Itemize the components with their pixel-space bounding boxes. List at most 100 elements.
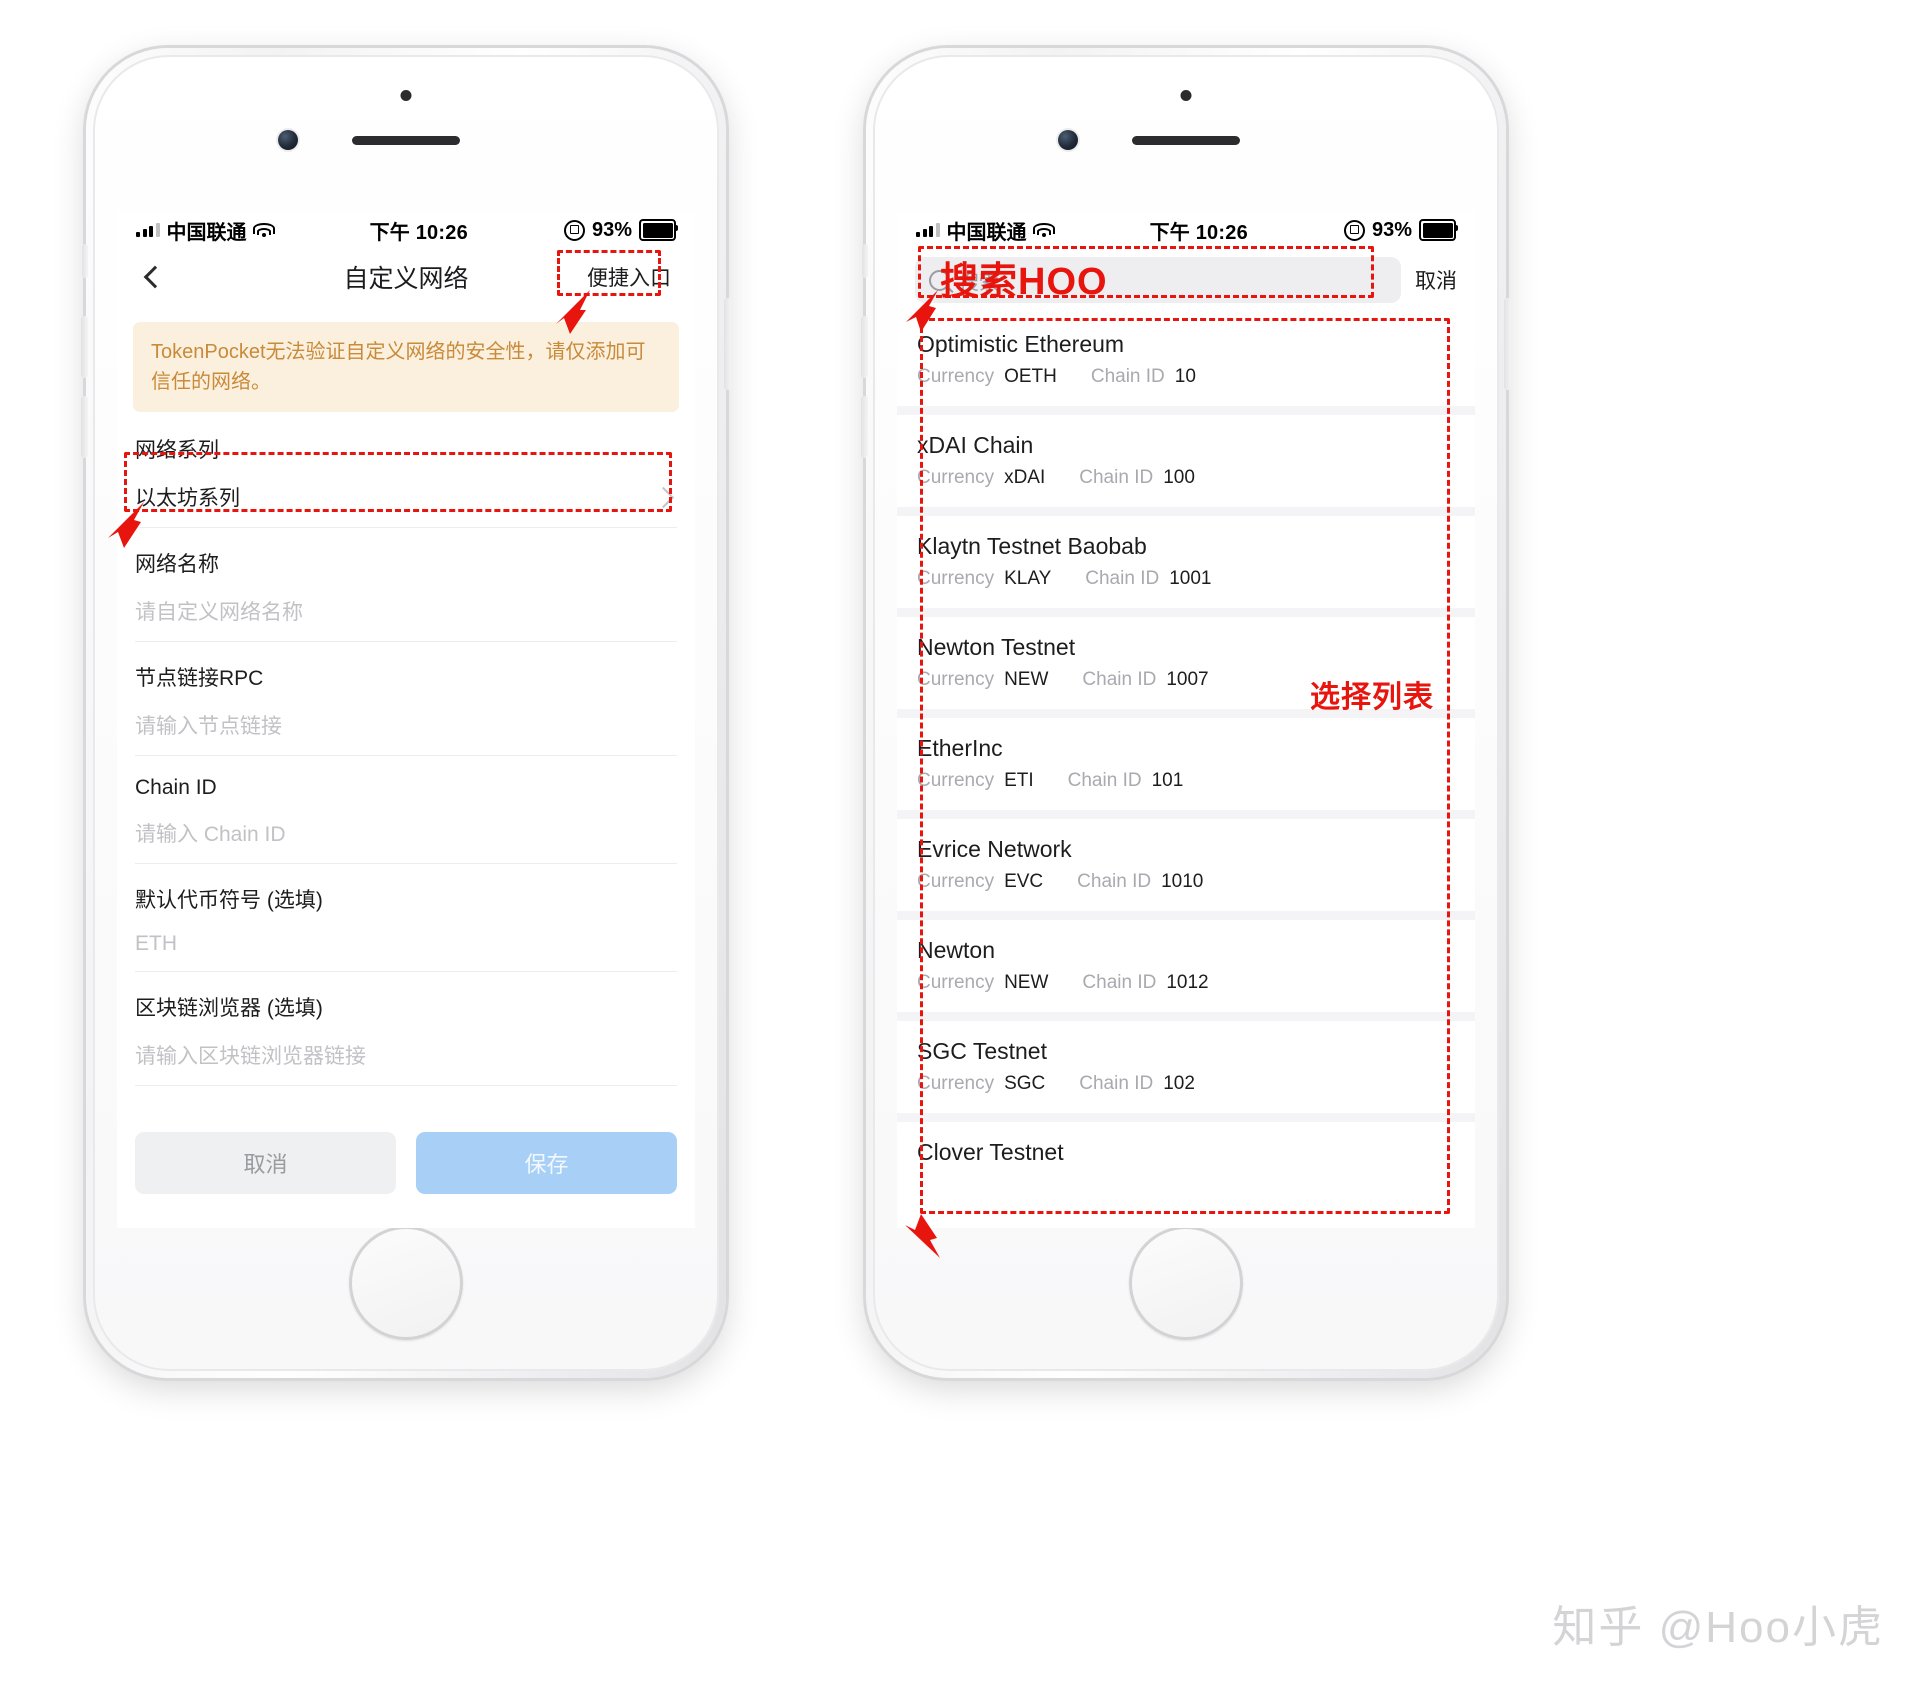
mute-switch-right[interactable] <box>862 244 868 278</box>
list-item[interactable]: Clover Testnet <box>897 1122 1475 1192</box>
signal-bars-icon <box>136 223 160 237</box>
network-meta: Currency NEW Chain ID 1012 <box>917 972 1455 994</box>
network-name: EtherInc <box>917 735 1003 761</box>
status-bar-left: 中国联通 下午 10:26 93% <box>117 212 695 248</box>
network-name: xDAI Chain <box>917 432 1034 458</box>
network-meta: Currency NEW Chain ID 1007 <box>917 669 1455 691</box>
list-item[interactable]: EtherInc Currency ETI Chain ID 101 <box>897 718 1475 810</box>
nav-bar-left: 自定义网络 便捷入口 <box>117 248 695 306</box>
chain-id-label: Chain ID <box>1090 366 1165 387</box>
chevron-right-icon <box>652 486 675 508</box>
rotation-lock-icon <box>563 219 585 241</box>
field-token-symbol: 默认代币符号 (选填) ETH <box>135 864 677 972</box>
clock-label: 下午 10:26 <box>1149 221 1248 244</box>
explorer-input[interactable]: 请输入区块链浏览器链接 <box>135 1040 677 1070</box>
volume-down-button-left[interactable] <box>81 396 88 458</box>
currency-value: OETH <box>1004 366 1057 387</box>
field-network-series: 网络系列 以太坊系列 <box>135 412 677 528</box>
currency-value: xDAI <box>1004 467 1046 488</box>
network-name-input[interactable]: 请自定义网络名称 <box>135 596 677 626</box>
chain-id-value: 1001 <box>1169 568 1212 589</box>
network-series-select[interactable]: 以太坊系列 <box>135 468 677 528</box>
network-name: Klaytn Testnet Baobab <box>917 533 1147 559</box>
carrier-label: 中国联通 <box>946 221 1027 244</box>
network-list: Optimistic Ethereum Currency OETH Chain … <box>897 314 1475 1192</box>
network-name-input-row[interactable]: 请自定义网络名称 <box>135 582 677 642</box>
token-symbol-input-row[interactable]: ETH <box>135 918 677 972</box>
volume-up-button-right[interactable] <box>861 316 868 378</box>
chain-id-label: Chain ID <box>1079 467 1154 488</box>
network-meta: Currency OETH Chain ID 10 <box>917 366 1455 388</box>
home-button-left[interactable] <box>349 1226 463 1340</box>
front-camera-left <box>278 130 298 150</box>
search-input-wrapper[interactable]: 搜索 <box>915 257 1401 303</box>
phone-device-left: 中国联通 下午 10:26 93% 自定义网络 便捷入口 TokenPocket… <box>81 48 731 1378</box>
cancel-button[interactable]: 取消 <box>135 1132 396 1194</box>
network-name: Optimistic Ethereum <box>917 331 1125 357</box>
list-item[interactable]: xDAI Chain Currency xDAI Chain ID 100 <box>897 415 1475 507</box>
token-symbol-input[interactable]: ETH <box>135 932 677 956</box>
search-bar: 搜索 取消 <box>897 248 1475 314</box>
network-name: Newton <box>917 937 995 963</box>
carrier-label: 中国联通 <box>166 221 247 244</box>
currency-label: Currency <box>917 972 995 993</box>
field-network-name: 网络名称 请自定义网络名称 <box>135 528 677 642</box>
search-icon <box>929 269 950 291</box>
rpc-input[interactable]: 请输入节点链接 <box>135 710 677 740</box>
network-meta: Currency EVC Chain ID 1010 <box>917 871 1455 893</box>
search-input[interactable]: 搜索 <box>959 266 999 295</box>
currency-label: Currency <box>917 568 995 589</box>
front-camera-right <box>1058 130 1078 150</box>
chevron-left-icon[interactable] <box>135 260 169 294</box>
battery-percent-label: 93% <box>1371 218 1412 241</box>
network-meta: Currency SGC Chain ID 102 <box>917 1073 1455 1095</box>
currency-value: EVC <box>1004 871 1044 892</box>
network-name: SGC Testnet <box>917 1038 1047 1064</box>
network-name: Evrice Network <box>917 836 1072 862</box>
explorer-input-row[interactable]: 请输入区块链浏览器链接 <box>135 1026 677 1086</box>
chain-id-label: Chain ID <box>1079 1073 1154 1094</box>
currency-label: Currency <box>917 366 995 387</box>
list-item[interactable]: SGC Testnet Currency SGC Chain ID 102 <box>897 1021 1475 1113</box>
earpiece-speaker-left <box>352 136 460 145</box>
signal-bars-icon <box>916 223 940 237</box>
save-button[interactable]: 保存 <box>416 1132 677 1194</box>
clock-label: 下午 10:26 <box>369 221 468 244</box>
volume-up-button-left[interactable] <box>81 316 88 378</box>
list-item[interactable]: Evrice Network Currency EVC Chain ID 101… <box>897 819 1475 911</box>
chain-id-input[interactable]: 请输入 Chain ID <box>135 818 677 848</box>
list-item[interactable]: Optimistic Ethereum Currency OETH Chain … <box>897 314 1475 406</box>
field-value: 以太坊系列 <box>135 487 240 510</box>
chain-id-value: 101 <box>1151 770 1184 791</box>
field-chain-id: Chain ID 请输入 Chain ID <box>135 756 677 864</box>
network-meta: Currency KLAY Chain ID 1001 <box>917 568 1455 590</box>
network-name: Clover Testnet <box>917 1139 1064 1165</box>
currency-label: Currency <box>917 770 995 791</box>
chain-id-value: 102 <box>1163 1073 1195 1094</box>
list-item[interactable]: Newton Currency NEW Chain ID 1012 <box>897 920 1475 1012</box>
earpiece-speaker-right <box>1132 136 1240 145</box>
chain-id-value: 1012 <box>1166 972 1209 993</box>
field-label: 区块链浏览器 (选填) <box>135 997 323 1020</box>
volume-down-button-right[interactable] <box>861 396 868 458</box>
list-item[interactable]: Klaytn Testnet Baobab Currency KLAY Chai… <box>897 516 1475 608</box>
chain-id-value: 1010 <box>1161 871 1204 892</box>
quick-entry-button[interactable]: 便捷入口 <box>581 259 677 295</box>
chain-id-label: Chain ID <box>1085 568 1160 589</box>
chain-id-input-row[interactable]: 请输入 Chain ID <box>135 804 677 864</box>
rpc-input-row[interactable]: 请输入节点链接 <box>135 696 677 756</box>
watermark: 知乎 @Hoo小虎 <box>1552 1603 1884 1652</box>
home-button-right[interactable] <box>1129 1226 1243 1340</box>
power-button-right[interactable] <box>1504 298 1511 390</box>
proximity-sensor-left <box>400 90 412 101</box>
field-rpc: 节点链接RPC 请输入节点链接 <box>135 642 677 756</box>
chain-id-value: 10 <box>1174 366 1196 387</box>
currency-value: KLAY <box>1004 568 1052 589</box>
mute-switch-left[interactable] <box>82 244 88 278</box>
power-button-left[interactable] <box>724 298 731 390</box>
proximity-sensor-right <box>1180 90 1192 101</box>
chain-id-label: Chain ID <box>1082 972 1157 993</box>
currency-value: NEW <box>1004 972 1049 993</box>
search-cancel-button[interactable]: 取消 <box>1415 265 1457 295</box>
list-item[interactable]: Newton Testnet Currency NEW Chain ID 100… <box>897 617 1475 709</box>
